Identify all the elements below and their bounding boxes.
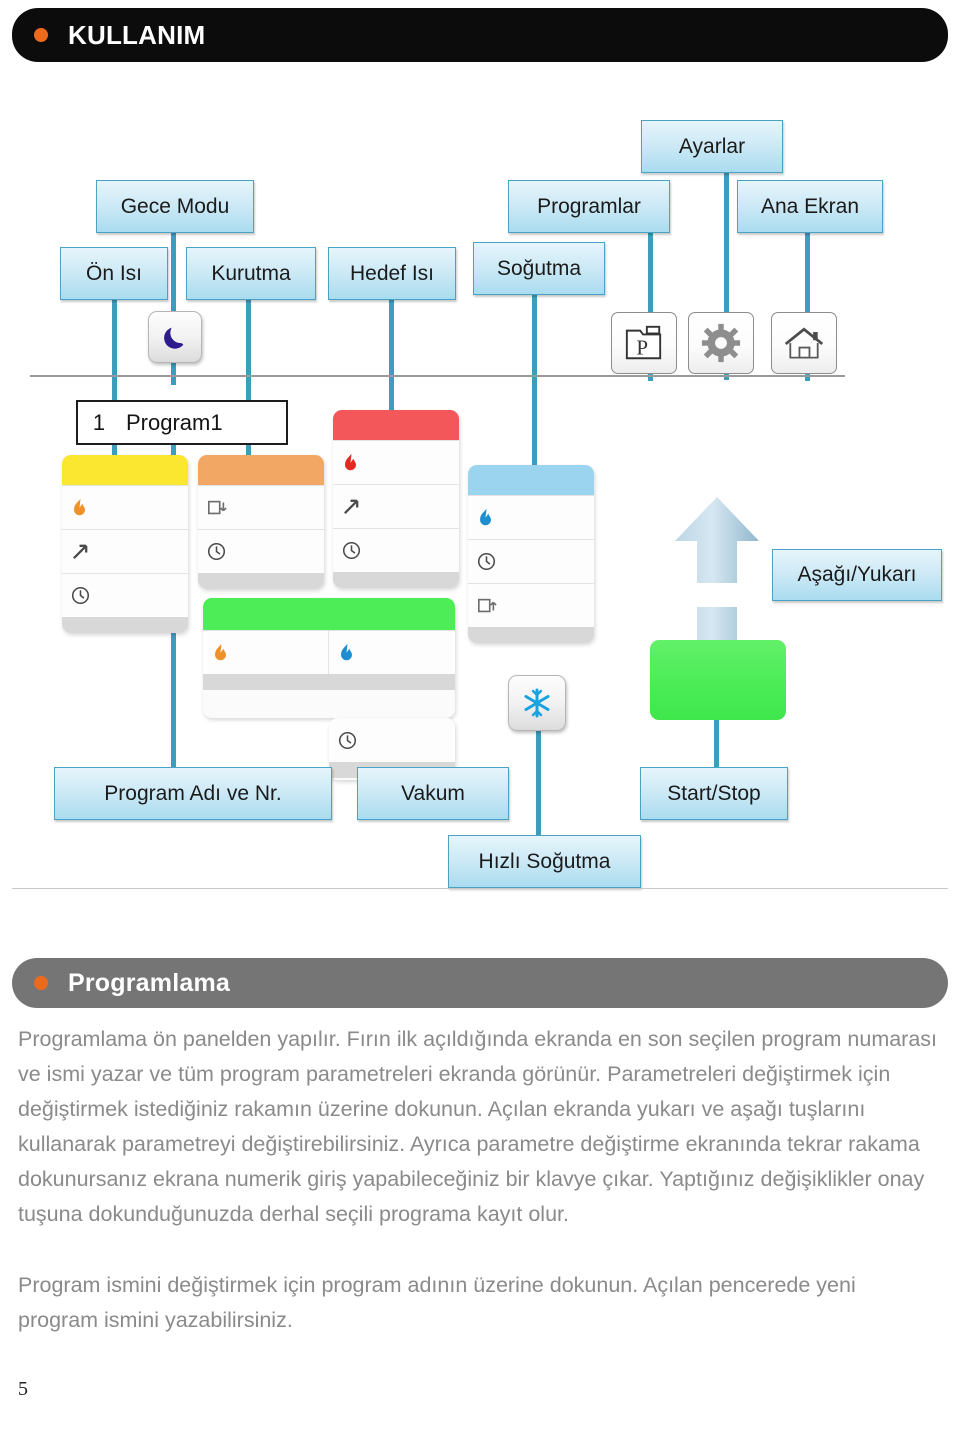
folder-p-icon: P bbox=[625, 325, 662, 359]
programs-button[interactable]: P bbox=[611, 312, 677, 374]
callout-hizli-sogutma: Hızlı Soğutma bbox=[448, 835, 641, 888]
card-row-flame[interactable] bbox=[62, 485, 188, 529]
quick-cool-button[interactable] bbox=[508, 675, 566, 731]
card-footer bbox=[333, 572, 459, 588]
callout-ana-ekran-label: Ana Ekran bbox=[760, 194, 860, 218]
callout-kurutma-label: Kurutma bbox=[211, 261, 291, 285]
flame-icon bbox=[480, 508, 491, 525]
home-icon bbox=[784, 327, 824, 359]
callout-ayarlar: Ayarlar bbox=[641, 120, 783, 173]
flame-icon bbox=[341, 643, 352, 660]
card-footer bbox=[198, 573, 324, 589]
clock-icon bbox=[71, 586, 90, 605]
card-row-flame-orange[interactable] bbox=[203, 630, 329, 674]
card-header-on-isi bbox=[62, 455, 188, 485]
callout-asagi-yukari-label: Aşağı/Yukarı bbox=[797, 563, 917, 586]
callout-hedef-isi: Hedef Isı bbox=[328, 247, 456, 300]
panel-divider-top bbox=[30, 375, 845, 377]
card-row-group bbox=[203, 630, 455, 674]
callout-ayarlar-label: Ayarlar bbox=[678, 134, 746, 158]
callout-vakum-label: Vakum bbox=[401, 781, 465, 805]
callout-asagi-yukari: Aşağı/Yukarı bbox=[772, 549, 942, 601]
card-footer bbox=[468, 627, 594, 643]
card-on-isi[interactable] bbox=[62, 455, 188, 633]
snowflake-icon bbox=[524, 688, 550, 718]
clock-icon bbox=[477, 552, 496, 571]
flame-icon bbox=[345, 453, 356, 470]
arrow-up-icon bbox=[675, 497, 759, 583]
vacuum-in-icon bbox=[208, 500, 227, 514]
section-header-programlama: Programlama bbox=[12, 958, 948, 1008]
callout-on-isi-label: Ön Isı bbox=[85, 261, 143, 285]
callout-ana-ekran: Ana Ekran bbox=[737, 180, 883, 233]
svg-text:P: P bbox=[636, 335, 648, 359]
moon-icon bbox=[164, 327, 184, 349]
card-header-hedef-isi bbox=[333, 410, 459, 440]
gear-icon bbox=[701, 323, 741, 363]
callout-vakum: Vakum bbox=[357, 767, 509, 820]
card-vakum[interactable] bbox=[203, 598, 455, 718]
card-row-clock[interactable] bbox=[329, 718, 455, 762]
ramp-arrow-icon bbox=[344, 499, 359, 514]
section-title: Programlama bbox=[68, 968, 230, 997]
page-title: KULLANIM bbox=[68, 19, 206, 50]
clock-icon bbox=[342, 541, 361, 560]
card-kurutma[interactable] bbox=[198, 455, 324, 589]
ramp-arrow-icon bbox=[73, 544, 88, 559]
control-panel-diagram: Gece Modu Programlar Ayarlar Ana Ekran Ö… bbox=[0, 70, 960, 950]
callout-program-adi: Program Adı ve Nr. bbox=[54, 767, 332, 820]
vacuum-out-icon bbox=[478, 598, 497, 612]
page-number: 5 bbox=[18, 1378, 28, 1400]
panel-divider-bottom bbox=[12, 888, 948, 889]
card-row-vacuum-in[interactable] bbox=[198, 485, 324, 529]
card-row-ramp[interactable] bbox=[333, 484, 459, 528]
card-row-clock[interactable] bbox=[198, 529, 324, 573]
program-name-field[interactable]: 1 Program1 bbox=[76, 400, 288, 445]
card-footer bbox=[62, 617, 188, 633]
callout-gece-modu: Gece Modu bbox=[96, 180, 254, 233]
card-row-flame[interactable] bbox=[468, 495, 594, 539]
callout-program-adi-label: Program Adı ve Nr. bbox=[104, 781, 282, 805]
callout-gece-modu-label: Gece Modu bbox=[120, 194, 230, 218]
card-sogutma[interactable] bbox=[468, 465, 594, 643]
callout-start-stop-label: Start/Stop bbox=[667, 781, 761, 805]
flame-icon bbox=[74, 498, 85, 515]
card-row-clock[interactable] bbox=[333, 528, 459, 572]
callout-sogutma: Soğutma bbox=[473, 242, 605, 295]
callout-kurutma: Kurutma bbox=[186, 247, 316, 300]
card-header-kurutma bbox=[198, 455, 324, 485]
card-row-flame-blue[interactable] bbox=[329, 630, 455, 674]
callout-start-stop: Start/Stop bbox=[640, 767, 788, 820]
card-row-flame[interactable] bbox=[333, 440, 459, 484]
program-name: Program1 bbox=[126, 409, 223, 435]
card-row-clock[interactable] bbox=[62, 573, 188, 617]
card-row-vacuum-out[interactable] bbox=[468, 583, 594, 627]
clock-icon bbox=[207, 542, 226, 561]
card-header-sogutma bbox=[468, 465, 594, 495]
card-hedef-isi[interactable] bbox=[333, 410, 459, 588]
card-footer bbox=[203, 674, 455, 690]
card-header-vakum bbox=[203, 598, 455, 630]
card-row-clock[interactable] bbox=[468, 539, 594, 583]
program-number: 1 bbox=[92, 409, 106, 435]
settings-button[interactable] bbox=[688, 312, 754, 374]
home-button[interactable] bbox=[771, 312, 837, 374]
callout-hizli-sogutma-label: Hızlı Soğutma bbox=[478, 849, 611, 873]
card-row-ramp[interactable] bbox=[62, 529, 188, 573]
clock-icon bbox=[338, 731, 357, 749]
callout-hedef-isi-label: Hedef Isı bbox=[349, 261, 435, 285]
callout-on-isi: Ön Isı bbox=[60, 247, 168, 300]
body-paragraph-1: Programlama ön panelden yapılır. Fırın i… bbox=[18, 1027, 938, 1226]
night-mode-button[interactable] bbox=[148, 311, 202, 363]
flame-icon bbox=[215, 643, 226, 660]
bullet-dot-icon bbox=[34, 976, 48, 990]
bullet-dot-icon bbox=[34, 28, 48, 42]
start-stop-button[interactable] bbox=[650, 640, 786, 720]
page-header-kullanim: KULLANIM bbox=[12, 8, 948, 62]
callout-sogutma-label: Soğutma bbox=[496, 256, 582, 280]
callout-programlar: Programlar bbox=[508, 180, 670, 233]
callout-programlar-label: Programlar bbox=[537, 194, 641, 218]
body-paragraph-2: Program ismini değiştirmek için program … bbox=[18, 1273, 856, 1332]
